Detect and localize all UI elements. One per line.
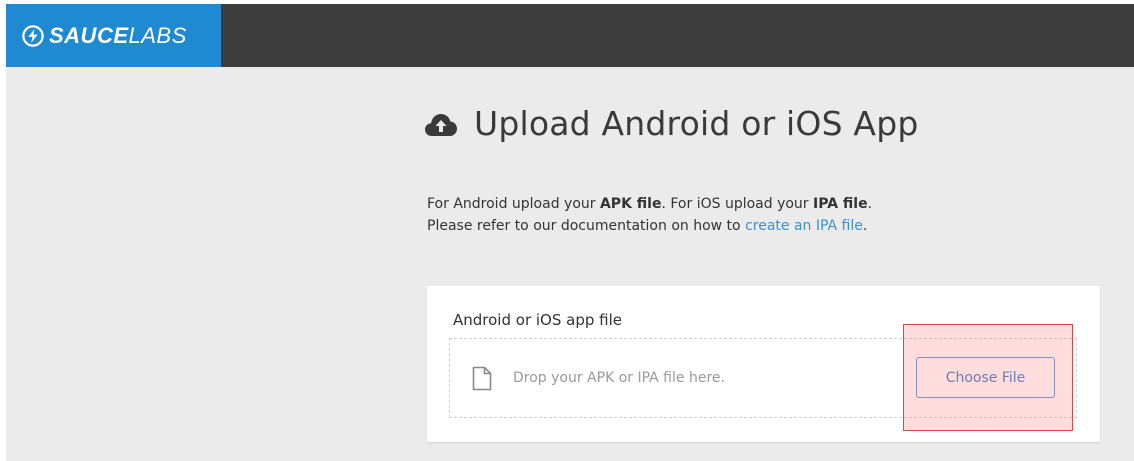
instructions-text: Please refer to our documentation on how… <box>427 218 746 234</box>
instructions-line-2: Please refer to our documentation on how… <box>427 215 872 237</box>
brand-name-light: LABS <box>128 22 187 48</box>
dropzone-hint: Drop your APK or IPA file here. <box>513 370 725 386</box>
brand-name: SAUCELABS <box>49 23 187 49</box>
top-navigation-bar: SAUCELABS <box>6 4 1134 67</box>
brand-name-bold: SAUCE <box>49 22 129 48</box>
instructions-text: . <box>862 218 868 234</box>
app-frame: SAUCELABS Upload Android or iOS App For … <box>6 4 1134 461</box>
instructions-text: For Android upload your <box>427 196 600 212</box>
instructions-text: . <box>867 196 873 212</box>
sauce-lightning-icon <box>22 24 44 47</box>
cloud-upload-icon <box>425 113 457 136</box>
instructions-text: . For iOS upload your <box>661 196 814 212</box>
page-title: Upload Android or iOS App <box>474 104 919 143</box>
apk-file-emphasis: APK file <box>599 196 662 212</box>
ipa-file-emphasis: IPA file <box>813 196 868 212</box>
create-ipa-file-link[interactable]: create an IPA file <box>745 218 863 234</box>
file-dropzone[interactable]: Drop your APK or IPA file here. Choose F… <box>449 338 1077 418</box>
upload-instructions: For Android upload your APK file. For iO… <box>427 193 872 237</box>
saucelabs-logo[interactable]: SAUCELABS <box>6 4 221 67</box>
app-file-label: Android or iOS app file <box>453 311 622 329</box>
instructions-line-1: For Android upload your APK file. For iO… <box>427 193 872 215</box>
page-heading: Upload Android or iOS App <box>424 104 919 143</box>
upload-card: Android or iOS app file Drop your APK or… <box>427 286 1100 442</box>
choose-file-button[interactable]: Choose File <box>916 357 1055 398</box>
file-icon <box>472 366 492 391</box>
